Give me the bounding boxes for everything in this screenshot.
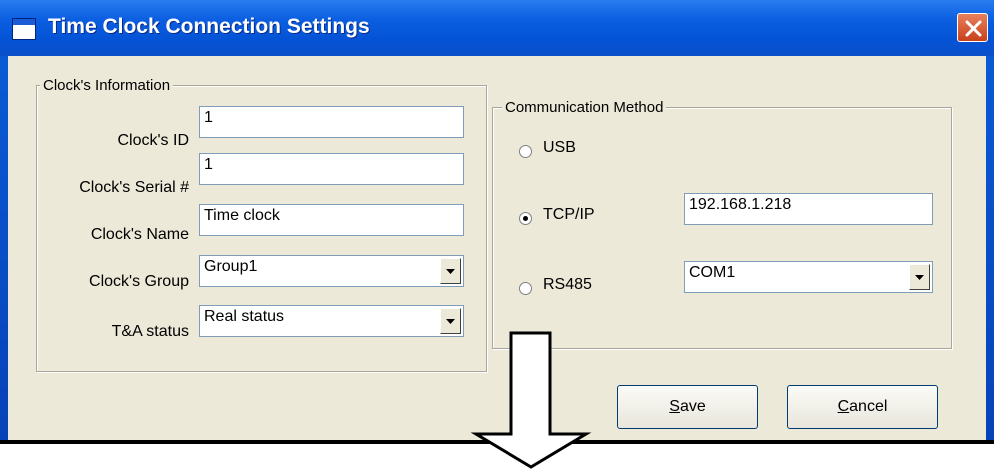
arrow-down-icon — [470, 331, 592, 469]
